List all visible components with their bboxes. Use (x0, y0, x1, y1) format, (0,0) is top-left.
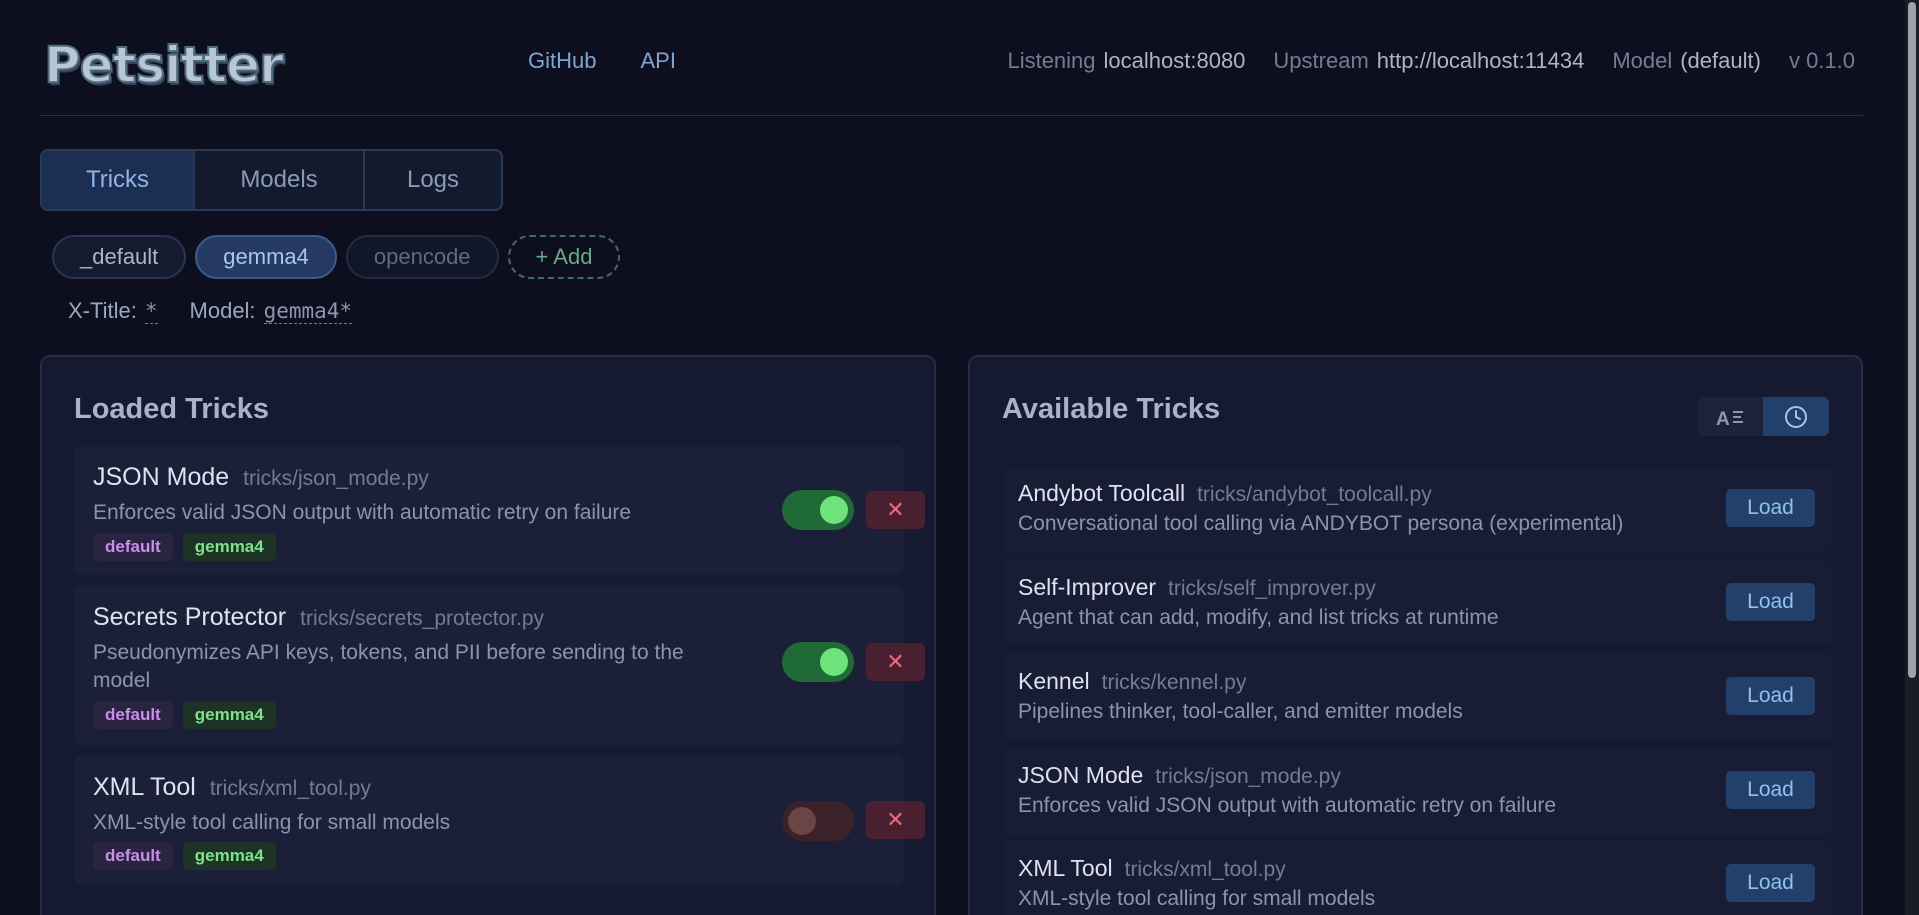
model-value[interactable]: gemma4* (263, 299, 353, 324)
status-listening: Listening localhost:8080 (1007, 48, 1246, 73)
clock-icon (1785, 405, 1807, 428)
tab-models[interactable]: Models (195, 151, 365, 209)
api-link[interactable]: API (640, 48, 675, 74)
loaded-tricks-panel: Loaded Tricks JSON Mode tricks/json_mode.… (40, 355, 936, 915)
trick-description: Enforces valid JSON output with automati… (93, 501, 632, 524)
nav-links: GitHub API (528, 48, 676, 74)
sort-alpha-button[interactable]: A (1697, 397, 1763, 436)
trick-description: XML-style tool calling for small models (93, 811, 451, 834)
trick-name: JSON Mode (1018, 762, 1144, 788)
trick-name: Secrets Protector (93, 603, 287, 631)
trick-description: Conversational tool calling via ANDYBOT … (1018, 512, 1624, 535)
profile-filters: X-Title: * Model: gemma4* (68, 298, 353, 324)
loaded-trick-card: XML Tool tricks/xml_tool.py XML-style too… (74, 755, 925, 885)
tag-gemma4: gemma4 (182, 842, 276, 870)
load-button[interactable]: Load (1726, 489, 1815, 527)
sort-toggle: A (1697, 397, 1829, 436)
available-trick-row: Self-Improver tricks/self_improver.py Age… (1002, 560, 1831, 646)
profile-chips: _default gemma4 opencode + Add (52, 235, 621, 279)
trick-tags: default gemma4 (93, 842, 276, 870)
remove-trick-button[interactable]: ✕ (866, 643, 925, 681)
status-model: Model (default) (1612, 48, 1761, 73)
sort-alpha-icon: A (1716, 409, 1743, 428)
load-button[interactable]: Load (1726, 771, 1815, 809)
load-button[interactable]: Load (1726, 677, 1815, 715)
trick-path: tricks/self_improver.py (1168, 577, 1376, 600)
available-trick-row: Kennel tricks/kennel.py Pipelines thinker… (1002, 654, 1831, 740)
add-profile-button[interactable]: + Add (507, 235, 621, 279)
status-version: v 0.1.0 (1788, 48, 1855, 73)
trick-path: tricks/xml_tool.py (209, 777, 371, 800)
tab-logs[interactable]: Logs (365, 151, 501, 209)
trick-path: tricks/secrets_protector.py (300, 607, 545, 630)
available-tricks-panel: Available Tricks A Andybot Toolcall trick… (968, 355, 1863, 915)
tag-default: default (93, 533, 173, 561)
loaded-trick-card: Secrets Protector tricks/secrets_protecto… (74, 585, 925, 745)
loaded-trick-card: JSON Mode tricks/json_mode.py Enforces va… (74, 445, 925, 575)
tag-default: default (93, 842, 173, 870)
trick-path: tricks/json_mode.py (243, 467, 429, 490)
xtitle-filter: X-Title: * (68, 298, 158, 324)
trick-name: Kennel (1018, 668, 1090, 694)
trick-name: Self-Improver (1018, 574, 1157, 600)
available-trick-row: JSON Mode tricks/json_mode.py Enforces va… (1002, 748, 1831, 834)
app-header: Petsitter GitHub API Listening localhost:… (40, 0, 1863, 116)
enable-toggle[interactable] (782, 490, 854, 530)
available-tricks-title: Available Tricks (1002, 393, 1221, 425)
page-scrollbar[interactable] (1905, 0, 1919, 915)
tag-gemma4: gemma4 (182, 533, 276, 561)
remove-trick-button[interactable]: ✕ (866, 801, 925, 839)
enable-toggle[interactable] (782, 801, 854, 841)
toggle-knob (788, 807, 816, 835)
app-logo[interactable]: Petsitter (43, 35, 285, 95)
remove-trick-button[interactable]: ✕ (866, 491, 925, 529)
model-filter: Model: gemma4* (189, 298, 353, 324)
trick-name: JSON Mode (93, 463, 230, 491)
tag-gemma4: gemma4 (182, 701, 276, 729)
trick-description: Enforces valid JSON output with automati… (1018, 794, 1557, 817)
toggle-knob (820, 648, 848, 676)
xtitle-value[interactable]: * (144, 299, 158, 324)
trick-path: tricks/json_mode.py (1155, 765, 1341, 788)
profile-chip-default[interactable]: _default (52, 235, 187, 279)
load-button[interactable]: Load (1726, 864, 1815, 902)
trick-tags: default gemma4 (93, 701, 276, 729)
trick-description: Agent that can add, modify, and list tri… (1018, 606, 1499, 629)
github-link[interactable]: GitHub (528, 48, 596, 74)
trick-description: Pipelines thinker, tool-caller, and emit… (1018, 700, 1463, 723)
svg-text:A: A (1716, 409, 1730, 428)
trick-path: tricks/andybot_toolcall.py (1197, 483, 1432, 506)
trick-name: Andybot Toolcall (1018, 480, 1186, 506)
trick-tags: default gemma4 (93, 533, 276, 561)
trick-name: XML Tool (1018, 855, 1113, 881)
tab-tricks[interactable]: Tricks (42, 151, 195, 209)
toggle-knob (820, 496, 848, 524)
status-bar: Listening localhost:8080 Upstream http://l… (1007, 48, 1863, 74)
trick-path: tricks/kennel.py (1101, 671, 1247, 694)
main-tabs: Tricks Models Logs (40, 149, 503, 211)
trick-description: Pseudonymizes API keys, tokens, and PII … (93, 641, 684, 692)
profile-chip-opencode[interactable]: opencode (345, 235, 499, 279)
scrollbar-thumb[interactable] (1908, 2, 1916, 678)
trick-description: XML-style tool calling for small models (1018, 887, 1376, 910)
trick-name: XML Tool (93, 773, 196, 801)
trick-path: tricks/xml_tool.py (1124, 858, 1286, 881)
load-button[interactable]: Load (1726, 583, 1815, 621)
loaded-tricks-title: Loaded Tricks (74, 393, 270, 425)
profile-chip-gemma4[interactable]: gemma4 (195, 235, 337, 279)
available-trick-row: Andybot Toolcall tricks/andybot_toolcall.… (1002, 466, 1831, 552)
sort-recent-button[interactable] (1763, 397, 1829, 436)
tag-default: default (93, 701, 173, 729)
enable-toggle[interactable] (782, 642, 854, 682)
status-upstream: Upstream http://localhost:11434 (1273, 48, 1585, 73)
available-trick-row: XML Tool tricks/xml_tool.py XML-style too… (1002, 841, 1831, 915)
